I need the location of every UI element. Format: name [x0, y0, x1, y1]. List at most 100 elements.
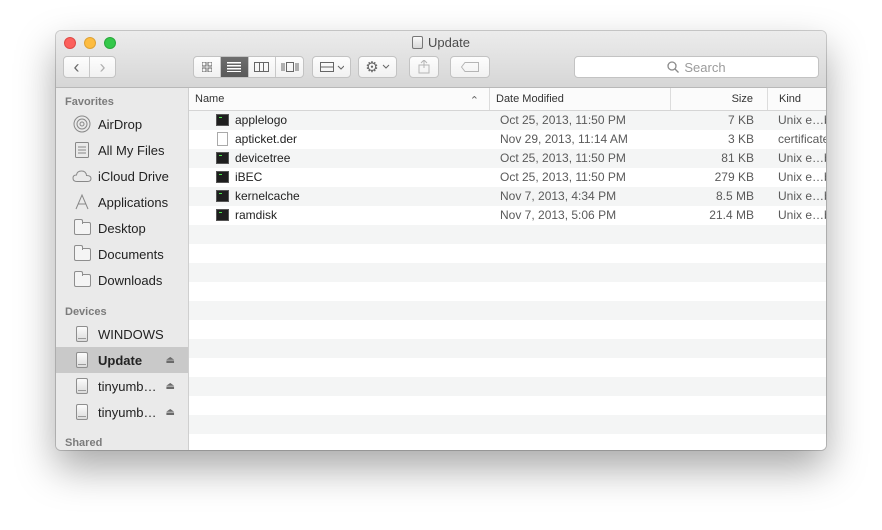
cell-date: Oct 25, 2013, 11:50 PM: [500, 170, 626, 184]
column-header-kind[interactable]: Kind: [767, 88, 826, 110]
file-list: Name ⌃ Date Modified Size Kind applelogo…: [189, 88, 826, 450]
table-row[interactable]: devicetree Oct 25, 2013, 11:50 PM 81 KB Uni…: [189, 149, 826, 168]
folder-icon: [73, 244, 91, 261]
empty-row: [189, 358, 826, 377]
cell-kind: Unix e…ble: [778, 170, 826, 184]
cell-date: Nov 7, 2013, 4:34 PM: [500, 189, 617, 203]
list-view-button[interactable]: [219, 57, 248, 77]
drive-icon: [412, 36, 424, 49]
column-header-name[interactable]: Name ⌃: [189, 88, 489, 110]
sidebar-section-devices: Devices: [65, 306, 107, 318]
cell-size: 3 KB: [727, 132, 754, 146]
nav-buttons: ‹ ›: [63, 56, 116, 78]
cell-size: 279 KB: [714, 170, 754, 184]
sidebar-item-icloud-drive[interactable]: iCloud Drive: [56, 163, 188, 189]
cell-kind: Unix e…ble: [778, 189, 826, 203]
icon-view-button[interactable]: [194, 57, 220, 77]
sidebar-item-tinyumbrella-1[interactable]: tinyumb… ⏏: [56, 373, 188, 399]
cell-kind: Unix e…ble: [778, 208, 826, 222]
gear-icon: ⚙: [365, 59, 379, 76]
column-header-date[interactable]: Date Modified: [489, 88, 670, 110]
cell-size: 8.5 MB: [715, 189, 754, 203]
chevron-right-icon: ›: [99, 56, 106, 77]
search-icon: [667, 61, 680, 73]
tag-button[interactable]: [450, 56, 490, 78]
empty-row: [189, 244, 826, 263]
empty-row: [189, 225, 826, 244]
document-icon: [217, 132, 228, 146]
cell-kind: Unix e…ble: [778, 151, 826, 165]
finder-window: Update ‹ › ⚙ Search Favorites AirDrop Al…: [56, 31, 826, 450]
sidebar-item-downloads[interactable]: Downloads: [56, 267, 188, 293]
cell-kind: Unix e…ble: [778, 113, 826, 127]
drive-icon: [76, 378, 88, 394]
sidebar-item-documents[interactable]: Documents: [56, 241, 188, 267]
applications-icon: [72, 192, 92, 212]
drive-icon: [76, 352, 88, 368]
empty-row: [189, 282, 826, 301]
table-row[interactable]: apticket.der Nov 29, 2013, 11:14 AM 3 KB ce…: [189, 130, 826, 149]
cell-date: Nov 7, 2013, 5:06 PM: [500, 208, 617, 222]
executable-icon: [216, 209, 229, 221]
arrange-button[interactable]: [312, 56, 351, 78]
drive-icon: [76, 326, 88, 342]
empty-row: [189, 377, 826, 396]
sidebar-item-airdrop[interactable]: AirDrop: [56, 111, 188, 137]
eject-icon[interactable]: ⏏: [166, 355, 175, 366]
cell-date: Nov 29, 2013, 11:14 AM: [500, 132, 628, 146]
cell-date: Oct 25, 2013, 11:50 PM: [500, 151, 626, 165]
table-row[interactable]: kernelcache Nov 7, 2013, 4:34 PM 8.5 MB Uni…: [189, 187, 826, 206]
sidebar-item-update[interactable]: Update ⏏: [56, 347, 188, 373]
cell-size: 21.4 MB: [709, 208, 754, 222]
executable-icon: [216, 152, 229, 164]
sidebar-item-applications[interactable]: Applications: [56, 189, 188, 215]
cell-name: kernelcache: [235, 189, 300, 203]
executable-icon: [216, 171, 229, 183]
forward-button[interactable]: ›: [89, 57, 115, 77]
executable-icon: [216, 114, 229, 126]
cell-name: apticket.der: [235, 132, 298, 146]
empty-row: [189, 396, 826, 415]
table-row[interactable]: ramdisk Nov 7, 2013, 5:06 PM 21.4 MB Unix e…: [189, 206, 826, 225]
table-row[interactable]: iBEC Oct 25, 2013, 11:50 PM 279 KB Unix e…b…: [189, 168, 826, 187]
column-view-button[interactable]: [247, 57, 276, 77]
search-field[interactable]: Search: [574, 56, 819, 78]
sidebar-item-all-my-files[interactable]: All My Files: [56, 137, 188, 163]
sidebar-item-windows[interactable]: WINDOWS: [56, 321, 188, 347]
tag-icon: [461, 62, 479, 72]
eject-icon[interactable]: ⏏: [166, 381, 175, 392]
executable-icon: [216, 190, 229, 202]
cell-date: Oct 25, 2013, 11:50 PM: [500, 113, 626, 127]
cell-name: devicetree: [235, 151, 291, 165]
back-button[interactable]: ‹: [64, 57, 89, 77]
cover-flow-button[interactable]: [275, 57, 303, 77]
view-mode-group: [193, 56, 304, 78]
eject-icon[interactable]: ⏏: [166, 407, 175, 418]
folder-icon: [73, 218, 91, 235]
cell-size: 7 KB: [727, 113, 754, 127]
cloud-icon: [72, 166, 92, 186]
cell-name: ramdisk: [235, 208, 278, 222]
titlebar: Update ‹ › ⚙ Search: [56, 31, 826, 88]
folder-icon: [73, 270, 91, 287]
sidebar-item-desktop[interactable]: Desktop: [56, 215, 188, 241]
share-icon: [418, 60, 430, 74]
sidebar-section-shared: Shared: [65, 437, 103, 449]
empty-row: [189, 301, 826, 320]
sidebar: Favorites AirDrop All My Files iCloud Dr…: [56, 88, 189, 450]
cell-name: applelogo: [235, 113, 288, 127]
column-header: Name ⌃ Date Modified Size Kind: [189, 88, 826, 111]
cover-flow-icon: [281, 62, 299, 72]
drive-icon: [76, 404, 88, 420]
empty-row: [189, 320, 826, 339]
column-header-size[interactable]: Size: [670, 88, 767, 110]
share-button[interactable]: [409, 56, 439, 78]
empty-row: [189, 415, 826, 434]
sidebar-item-tinyumbrella-2[interactable]: tinyumb… ⏏: [56, 399, 188, 425]
chevron-left-icon: ‹: [73, 56, 80, 77]
all-files-icon: [72, 140, 92, 160]
table-row[interactable]: applelogo Oct 25, 2013, 11:50 PM 7 KB Unix …: [189, 111, 826, 130]
arrange-icon: [319, 62, 344, 72]
empty-row: [189, 339, 826, 358]
action-button[interactable]: ⚙: [358, 56, 397, 78]
